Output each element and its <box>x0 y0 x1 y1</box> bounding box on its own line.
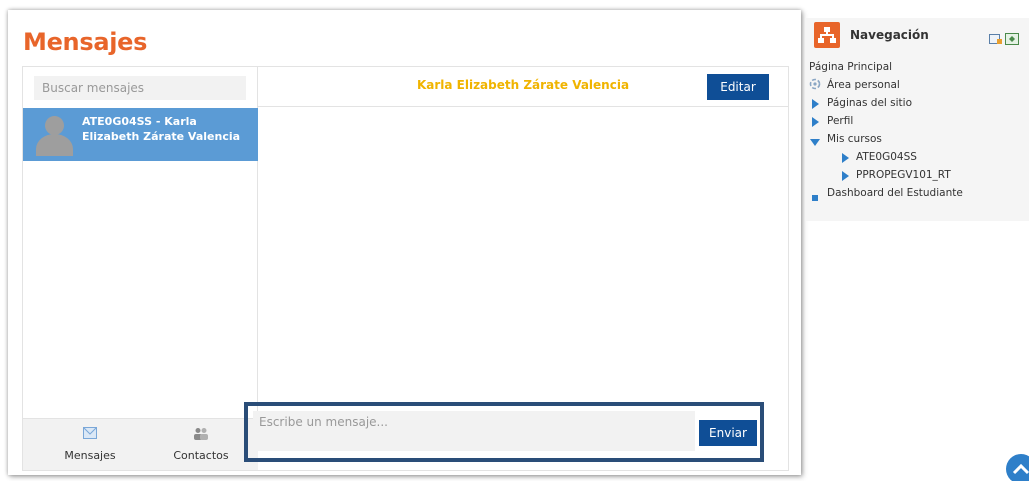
envelope-icon <box>45 427 135 445</box>
scroll-to-top-button[interactable] <box>1006 454 1029 481</box>
avatar <box>33 113 76 156</box>
nav-item-label: Mis cursos <box>827 133 882 145</box>
nav-item-dashboard-del-estudiante[interactable]: Dashboard del Estudiante <box>806 185 1029 203</box>
contacts-icon <box>156 427 246 445</box>
dock-block-icon[interactable] <box>989 30 1003 49</box>
nav-item-pagina-principal[interactable]: Página Principal <box>806 59 1029 77</box>
nav-item-label: Dashboard del Estudiante <box>827 187 963 199</box>
navigation-list: Página Principal Área personal Páginas d… <box>806 59 1029 203</box>
nav-item-label: PPROPEGV101_RT <box>856 169 951 181</box>
contacts-tab[interactable]: Contactos <box>156 427 246 462</box>
block-controls <box>989 30 1029 45</box>
nav-item-perfil[interactable]: Perfil <box>806 113 1029 131</box>
conversation-item[interactable]: ATE0G04SS - Karla Elizabeth Zárate Valen… <box>23 108 258 161</box>
move-block-icon[interactable] <box>1005 30 1019 49</box>
nav-item-ate0g04ss[interactable]: ATE0G04SS <box>806 149 1029 167</box>
contacts-tab-label: Contactos <box>173 449 229 462</box>
nav-item-label: Área personal <box>827 79 900 91</box>
arrow-right-icon <box>812 98 819 114</box>
message-compose-area: Escribe un mensaje... Enviar <box>244 402 764 462</box>
nav-item-area-personal[interactable]: Área personal <box>806 77 1029 95</box>
search-messages-input[interactable]: Buscar mensajes <box>34 76 246 100</box>
dashboard-icon <box>809 78 821 95</box>
arrow-right-icon <box>842 170 849 186</box>
chevron-up-icon <box>1012 460 1029 479</box>
send-button[interactable]: Enviar <box>699 420 757 446</box>
messages-tab[interactable]: Mensajes <box>45 427 135 462</box>
navigation-title: Navegación <box>850 28 929 42</box>
message-input[interactable]: Escribe un mensaje... <box>253 411 695 451</box>
page-title: Mensajes <box>23 28 148 56</box>
nav-item-label: Perfil <box>827 115 854 127</box>
conversation-list-panel: Buscar mensajes ATE0G04SS - Karla Elizab… <box>23 67 258 470</box>
arrow-right-icon <box>812 116 819 132</box>
messages-tab-label: Mensajes <box>64 449 116 462</box>
navigation-block: Navegación Página Principal Área persona… <box>806 18 1029 221</box>
nav-item-ppropegv101-rt[interactable]: PPROPEGV101_RT <box>806 167 1029 185</box>
nav-item-label: ATE0G04SS <box>856 151 917 163</box>
conversation-header: Karla Elizabeth Zárate Valencia Editar <box>258 67 788 107</box>
nav-item-paginas-del-sitio[interactable]: Páginas del sitio <box>806 95 1029 113</box>
edit-button[interactable]: Editar <box>707 74 769 100</box>
messaging-footer: Mensajes Contactos <box>23 418 258 470</box>
nav-item-label: Página Principal <box>809 61 893 73</box>
conversation-name: ATE0G04SS - Karla Elizabeth Zárate Valen… <box>82 115 241 143</box>
arrow-right-icon <box>842 152 849 168</box>
square-bullet-icon <box>812 190 818 206</box>
nav-item-mis-cursos[interactable]: Mis cursos <box>806 131 1029 149</box>
nav-item-label: Páginas del sitio <box>827 97 912 109</box>
sitemap-icon <box>814 22 840 48</box>
